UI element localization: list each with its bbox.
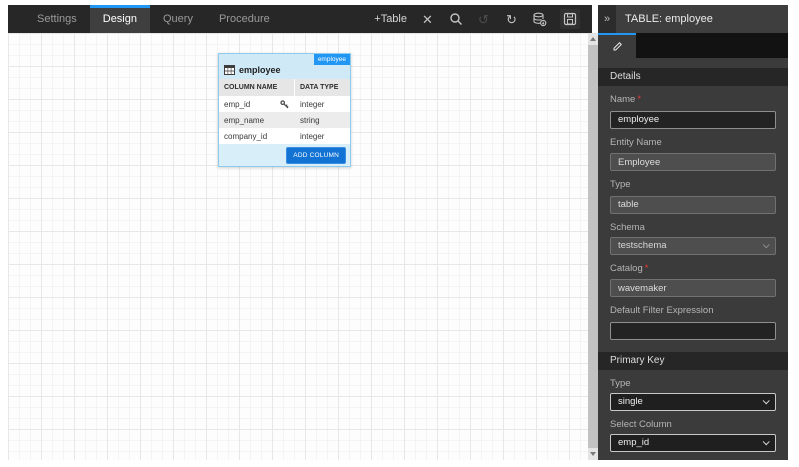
catalog-label: Catalog <box>610 262 643 274</box>
pk-type-field-group: Type single <box>610 378 776 411</box>
primary-key-section-header: Primary Key <box>598 351 788 370</box>
column-name: company_id <box>224 131 268 141</box>
collapse-panel-icon[interactable]: » <box>598 5 616 33</box>
toolbar-tabs: Settings Design Query Procedure <box>24 5 283 33</box>
table-row-company-id[interactable]: company_id integer <box>219 128 350 144</box>
pencil-icon <box>613 42 622 51</box>
add-table-button[interactable]: +Table <box>374 13 407 25</box>
pk-column-field-group: Select Column emp_id <box>610 419 776 452</box>
catalog-input <box>610 279 776 297</box>
schema-label: Schema <box>610 221 645 233</box>
schema-select: testschema <box>610 236 776 255</box>
data-type-header: DATA TYPE <box>295 79 350 96</box>
save-button[interactable] <box>560 9 580 29</box>
export-db-icon[interactable] <box>532 12 547 27</box>
table-card-employee[interactable]: employee employee COLUMN NAME DATA TYPE … <box>218 53 351 167</box>
chevron-down-icon <box>762 241 770 249</box>
pk-type-select[interactable]: single <box>610 392 776 411</box>
select-column-select[interactable]: emp_id <box>610 433 776 452</box>
close-icon[interactable]: ✕ <box>420 12 435 27</box>
design-canvas[interactable]: employee employee COLUMN NAME DATA TYPE … <box>8 33 588 460</box>
details-section-header: Details <box>598 68 788 86</box>
table-row-emp-name[interactable]: emp_name string <box>219 112 350 128</box>
primary-key-icon <box>280 99 289 109</box>
default-filter-input[interactable] <box>610 321 776 340</box>
scroll-up-icon[interactable] <box>590 37 596 41</box>
column-type: integer <box>300 131 325 141</box>
canvas-vertical-scrollbar[interactable] <box>588 33 598 460</box>
search-icon[interactable] <box>448 12 463 27</box>
select-column-label: Select Column <box>610 418 672 430</box>
tab-query[interactable]: Query <box>150 5 206 33</box>
scrollbar-thumb[interactable] <box>588 45 598 448</box>
column-name-header: COLUMN NAME <box>219 79 294 96</box>
tab-settings[interactable]: Settings <box>24 5 90 33</box>
catalog-field-group: Catalog * <box>610 262 776 297</box>
default-filter-field-group: Default Filter Expression <box>610 305 776 340</box>
table-grid-icon <box>224 65 235 75</box>
chevron-down-icon <box>762 438 770 446</box>
entity-name-field-group: Entity Name <box>610 136 776 171</box>
name-input[interactable] <box>610 110 776 129</box>
panel-header: » TABLE: employee <box>598 5 788 33</box>
default-filter-label: Default Filter Expression <box>610 305 714 316</box>
edit-tab[interactable] <box>598 33 636 58</box>
add-column-button[interactable]: ADD COLUMN <box>286 146 346 164</box>
column-name: emp_name <box>224 115 265 125</box>
save-icon <box>563 12 577 26</box>
entity-name-label: Entity Name <box>610 136 662 148</box>
top-toolbar: Settings Design Query Procedure +Table ✕… <box>8 5 592 33</box>
chevron-down-icon <box>762 397 770 405</box>
type-label: Type <box>610 179 631 190</box>
pk-type-label: Type <box>610 377 631 389</box>
table-card-footer: ADD COLUMN <box>219 144 350 166</box>
entity-name-input <box>610 153 776 171</box>
redo-icon[interactable]: ↻ <box>504 12 519 27</box>
panel-tabstrip <box>598 33 788 58</box>
scroll-down-icon[interactable] <box>590 452 596 456</box>
table-card-title: employee <box>239 65 281 75</box>
undo-icon[interactable]: ↺ <box>476 12 491 27</box>
column-header-row: COLUMN NAME DATA TYPE <box>219 79 350 96</box>
schema-field-group: Schema testschema <box>610 222 776 255</box>
column-type: string <box>300 115 320 125</box>
name-label: Name <box>610 94 636 105</box>
table-badge: employee <box>313 54 350 65</box>
table-row-emp-id[interactable]: emp_id integer <box>219 96 350 112</box>
tab-design[interactable]: Design <box>89 5 150 33</box>
db-designer-app: Settings Design Query Procedure +Table ✕… <box>8 5 788 460</box>
panel-title: TABLE: employee <box>625 13 713 25</box>
column-name: emp_id <box>224 99 251 109</box>
type-field-group: Type <box>610 179 776 214</box>
required-marker: * <box>637 94 642 105</box>
name-field-group: Name * <box>610 94 776 129</box>
toolbar-actions: +Table ✕ ↺ ↻ <box>374 9 580 29</box>
tab-procedure[interactable]: Procedure <box>206 5 283 33</box>
type-input <box>610 195 776 214</box>
column-type: integer <box>300 99 325 109</box>
table-properties-panel: » TABLE: employee Details Name* Entity N… <box>598 5 788 460</box>
required-marker: * <box>644 262 649 274</box>
